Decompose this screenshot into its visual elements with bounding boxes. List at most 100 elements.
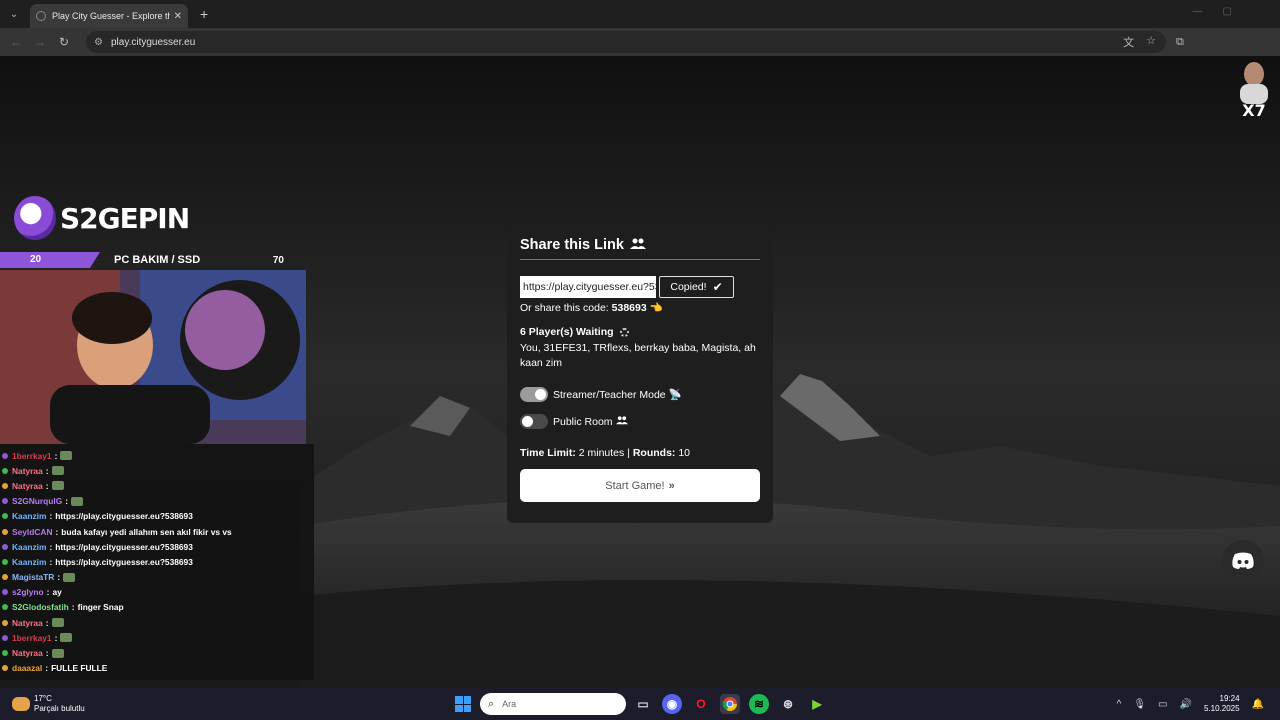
- task-view-icon[interactable]: ▭: [633, 694, 653, 714]
- partly-cloudy-icon: [12, 697, 30, 711]
- chat-username[interactable]: S2GNurqulG: [12, 496, 62, 506]
- discord-button[interactable]: [1222, 540, 1264, 582]
- chat-username[interactable]: daaazal: [12, 663, 42, 673]
- opera-icon[interactable]: O: [691, 694, 711, 714]
- chat-badge-icon: [2, 589, 8, 596]
- bookmark-star-icon[interactable]: ☆: [1146, 34, 1156, 50]
- microphone-icon[interactable]: 🎙: [1133, 699, 1146, 710]
- chat-badge-icon: [2, 452, 8, 459]
- back-arrow-icon[interactable]: ←: [4, 35, 28, 49]
- chat-separator: :: [54, 632, 58, 643]
- chat-message: MagistaTR:: [2, 570, 312, 585]
- double-chevron-right-icon: »: [668, 479, 675, 492]
- corner-cam-label: X7: [1242, 101, 1265, 120]
- chat-badge-icon: [2, 498, 8, 505]
- app-play-icon[interactable]: ▶: [807, 694, 827, 714]
- search-placeholder: Ara: [502, 699, 517, 709]
- chat-separator: :: [54, 450, 58, 461]
- minimize-icon[interactable]: —: [1193, 6, 1203, 17]
- taskbar-search[interactable]: ⌕ Ara: [480, 693, 626, 715]
- chat-text: https://play.cityguesser.eu?538693: [55, 511, 193, 522]
- chat-text: FULLE FULLE: [51, 663, 108, 674]
- users-icon: [629, 238, 646, 253]
- share-link-input[interactable]: [520, 276, 656, 298]
- extensions-icon[interactable]: ⧉: [1176, 36, 1184, 49]
- streamer-corner-cam: X7: [1234, 56, 1274, 126]
- start-game-button[interactable]: Start Game! »: [520, 469, 760, 502]
- maximize-icon[interactable]: ▢: [1223, 6, 1232, 17]
- chat-separator: :: [65, 496, 69, 507]
- notification-bell-icon[interactable]: 🔔: [1252, 699, 1264, 710]
- modal-title-text: Share this Link: [520, 237, 624, 253]
- clock-time: 19:24: [1219, 694, 1240, 703]
- chat-badge-icon: [2, 665, 8, 672]
- sponsor-bar-right: 70: [272, 254, 284, 266]
- chat-username[interactable]: Kaanzim: [12, 542, 46, 552]
- chat-separator: :: [45, 663, 49, 674]
- chat-separator: :: [45, 648, 49, 659]
- public-room-toggle[interactable]: [520, 414, 548, 429]
- address-bar[interactable]: ⚙ play.cityguesser.eu 文 ☆: [86, 31, 1166, 53]
- chat-username[interactable]: SeyldCAN: [12, 527, 53, 537]
- spotify-icon[interactable]: ≋: [749, 694, 769, 714]
- logo-eye-icon: [14, 196, 56, 240]
- clock[interactable]: 19:24 5.10.2025: [1204, 694, 1240, 714]
- public-room-row: Public Room: [520, 414, 760, 429]
- chat-username[interactable]: Natyraa: [12, 481, 43, 491]
- browser-tab-active[interactable]: Play City Guesser - Explore the ✕: [30, 4, 188, 28]
- chat-username[interactable]: MagistaTR: [12, 572, 54, 582]
- chat-username[interactable]: 1berrkay1: [12, 633, 52, 643]
- chevron-up-icon[interactable]: ^: [1117, 699, 1122, 710]
- chat-badge-icon: [2, 558, 8, 565]
- chat-emote-icon: [60, 451, 73, 461]
- chat-username[interactable]: Natyraa: [12, 466, 43, 476]
- check-icon: ✔: [712, 280, 723, 294]
- chat-username[interactable]: S2Glodosfatih: [12, 602, 69, 612]
- chrome-icon[interactable]: [720, 694, 740, 714]
- network-icon[interactable]: ▭: [1158, 699, 1167, 710]
- chat-separator: :: [49, 556, 53, 567]
- tab-search-chevron-icon[interactable]: ⌄: [4, 4, 24, 24]
- chat-emote-icon: [71, 496, 84, 506]
- weather-widget[interactable]: 17°C Parçalı bulutlu: [12, 694, 85, 714]
- copy-link-button[interactable]: Copied! ✔: [659, 276, 734, 298]
- browser-tabbar: ⌄ Play City Guesser - Explore the ✕ + — …: [0, 0, 1280, 28]
- windows-start-icon[interactable]: [455, 696, 471, 712]
- rounds-value: 10: [678, 447, 691, 459]
- discord-taskbar-icon[interactable]: ◉: [662, 694, 682, 714]
- streamer-mode-toggle[interactable]: [520, 387, 548, 402]
- chat-message: 1berrkay1:: [2, 630, 312, 645]
- chat-badge-icon: [2, 604, 8, 611]
- chat-emote-icon: [51, 618, 64, 628]
- weather-desc: Parçalı bulutlu: [34, 704, 85, 713]
- forward-arrow-icon[interactable]: →: [28, 35, 52, 49]
- browser-toolbar: ← → ↻ ⚙ play.cityguesser.eu 文 ☆ ⧉: [0, 28, 1280, 56]
- streamer-webcam: [0, 270, 306, 444]
- reload-icon[interactable]: ↻: [52, 35, 76, 49]
- steam-icon[interactable]: ⊛: [778, 694, 798, 714]
- chat-username[interactable]: Kaanzim: [12, 557, 46, 567]
- broadcast-icon: 📡: [668, 389, 682, 401]
- pointing-hand-icon: 👈: [649, 302, 663, 314]
- modal-title: Share this Link: [520, 237, 760, 260]
- chat-username[interactable]: Kaanzim: [12, 511, 46, 521]
- sponsor-bar-center: PC BAKIM / SSD: [114, 254, 201, 266]
- chat-badge-icon: [2, 543, 8, 550]
- chat-separator: :: [71, 602, 75, 613]
- chat-username[interactable]: Natyraa: [12, 648, 43, 658]
- chat-badge-icon: [2, 513, 8, 520]
- chat-message: SeyldCAN: buda kafayı yedi allahım sen ak…: [2, 524, 312, 539]
- chat-username[interactable]: s2glyno: [12, 587, 44, 597]
- players-waiting: 6 Player(s) Waiting: [520, 326, 760, 338]
- window-controls: — ▢: [1193, 6, 1232, 17]
- site-info-icon[interactable]: ⚙: [94, 37, 103, 48]
- translate-icon[interactable]: 文: [1123, 34, 1134, 50]
- new-tab-button[interactable]: +: [200, 6, 208, 22]
- chat-username[interactable]: 1berrkay1: [12, 451, 52, 461]
- share-code-row: Or share this code: 538693 👈: [520, 301, 760, 314]
- chat-username[interactable]: Natyraa: [12, 618, 43, 628]
- volume-icon[interactable]: 🔊: [1180, 699, 1192, 710]
- chat-separator: :: [57, 572, 61, 583]
- close-tab-icon[interactable]: ✕: [174, 11, 182, 22]
- chat-separator: :: [46, 587, 50, 598]
